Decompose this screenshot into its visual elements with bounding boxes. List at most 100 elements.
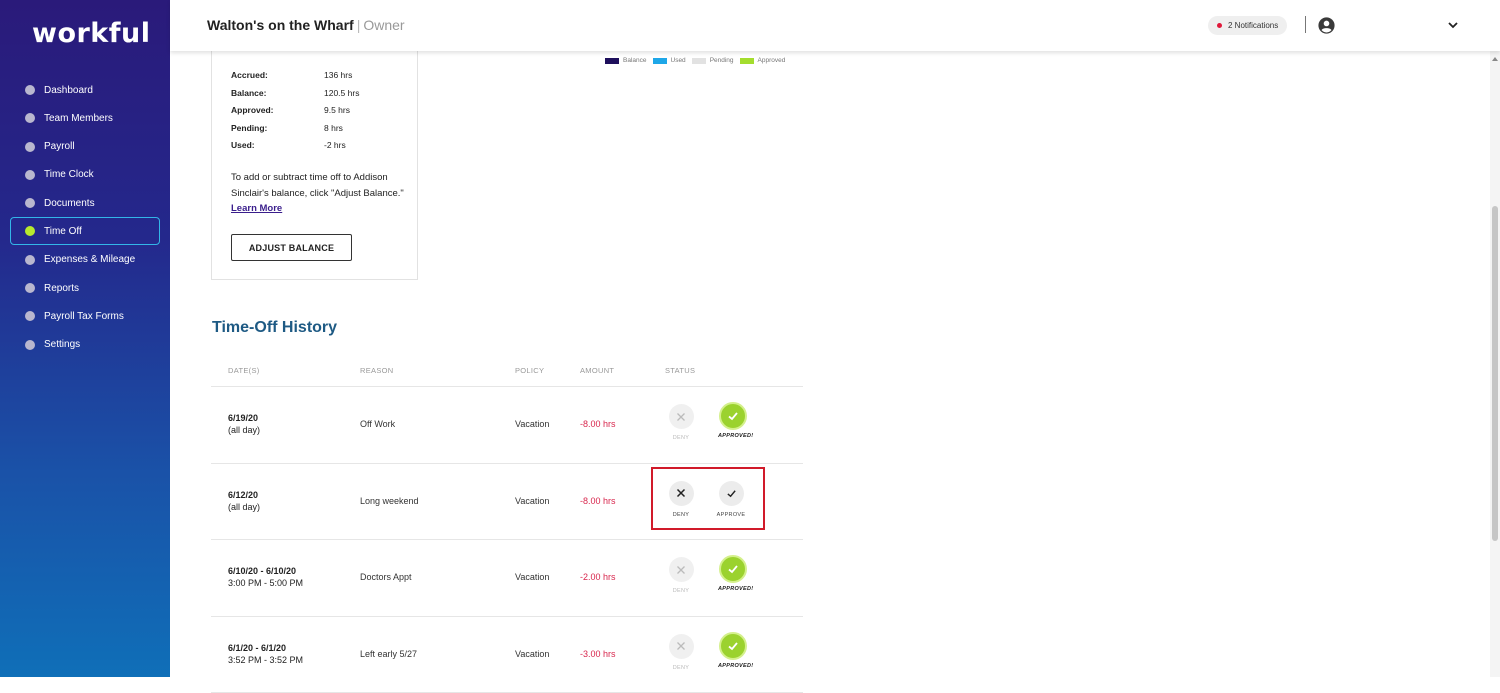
row-policy: Vacation [515, 496, 549, 506]
notifications-button[interactable]: 2 Notifications [1208, 16, 1287, 35]
scrollbar[interactable] [1490, 51, 1500, 677]
approve-button[interactable]: APPROVE [716, 481, 746, 518]
sidebar-item-label: Team Members [44, 113, 113, 124]
approved-label: APPROVED! [718, 433, 748, 439]
scroll-up-icon[interactable] [1492, 57, 1498, 61]
row-amount: -2.00 hrs [580, 572, 616, 582]
row-amount: -8.00 hrs [580, 496, 616, 506]
deny-label: DENY [666, 512, 696, 518]
close-icon[interactable] [669, 481, 694, 506]
adjust-balance-note: To add or subtract time off to Addison S… [231, 170, 411, 217]
deny-button[interactable]: DENY [666, 481, 696, 518]
deny-button: DENY [666, 404, 696, 441]
sidebar-item-dashboard[interactable]: Dashboard [10, 76, 160, 104]
chevron-down-icon[interactable] [1447, 19, 1459, 31]
balance-row-pending: Pending:8 hrs [231, 123, 343, 133]
balance-label: Balance: [231, 88, 324, 98]
workful-logo[interactable]: workful [32, 18, 151, 49]
balance-label: Used: [231, 140, 324, 150]
sidebar-item-label: Documents [44, 198, 95, 209]
approved-status: APPROVED! [718, 555, 748, 592]
column-header-status: STATUS [665, 366, 695, 375]
deny-label: DENY [666, 588, 696, 594]
checkmark-icon [719, 402, 747, 430]
sidebar-item-time-clock[interactable]: Time Clock [10, 161, 160, 189]
column-header-dates: DATE(S) [228, 366, 260, 375]
nav-dot-icon [25, 283, 35, 293]
header-divider [1305, 16, 1306, 33]
balance-value: 9.5 hrs [324, 105, 350, 115]
deny-button: DENY [666, 634, 696, 671]
sidebar-item-label: Expenses & Mileage [44, 254, 135, 265]
user-circle-icon[interactable] [1318, 17, 1335, 34]
scrollbar-thumb[interactable] [1492, 206, 1498, 541]
row-reason: Off Work [360, 419, 395, 429]
sidebar-item-payroll-tax-forms[interactable]: Payroll Tax Forms [10, 302, 160, 330]
checkmark-icon [719, 632, 747, 660]
balance-label: Accrued: [231, 70, 324, 80]
close-icon [669, 404, 694, 429]
learn-more-link[interactable]: Learn More [231, 203, 282, 214]
legend-swatch [653, 58, 667, 64]
table-row: 6/19/20(all day) Off Work Vacation -8.00… [211, 387, 803, 464]
nav-dot-icon [25, 113, 35, 123]
business-name: Walton's on the Wharf [207, 17, 354, 33]
checkmark-icon[interactable] [719, 481, 744, 506]
balance-row-balance: Balance:120.5 hrs [231, 88, 359, 98]
approve-label: APPROVE [716, 512, 746, 518]
table-header: DATE(S) REASON POLICY AMOUNT STATUS [211, 357, 803, 387]
close-icon [669, 557, 694, 582]
deny-button: DENY [666, 557, 696, 594]
chart-legend: Balance Used Pending Approved [605, 57, 791, 64]
approved-label: APPROVED! [718, 663, 748, 669]
time-off-history-title: Time-Off History [212, 319, 337, 337]
balance-value: -2 hrs [324, 140, 346, 150]
deny-label: DENY [666, 665, 696, 671]
nav-dot-icon [25, 255, 35, 265]
notifications-label: 2 Notifications [1228, 21, 1278, 30]
nav-dot-icon [25, 142, 35, 152]
deny-label: DENY [666, 435, 696, 441]
sidebar-item-settings[interactable]: Settings [10, 331, 160, 359]
sidebar-item-team-members[interactable]: Team Members [10, 104, 160, 132]
adjust-balance-text: To add or subtract time off to Addison S… [231, 172, 404, 199]
legend-item-balance: Balance [605, 57, 647, 64]
legend-item-pending: Pending [692, 57, 734, 64]
sidebar-item-payroll[interactable]: Payroll [10, 133, 160, 161]
balance-label: Approved: [231, 105, 324, 115]
top-header: Walton's on the Wharf|Owner 2 Notificati… [170, 0, 1500, 51]
legend-swatch [692, 58, 706, 64]
row-date: 6/10/20 - 6/10/203:00 PM - 5:00 PM [228, 565, 303, 589]
balance-row-approved: Approved:9.5 hrs [231, 105, 350, 115]
balance-row-used: Used:-2 hrs [231, 140, 346, 150]
legend-item-approved: Approved [740, 57, 786, 64]
sidebar-item-label: Reports [44, 283, 79, 294]
checkmark-icon [719, 555, 747, 583]
sidebar-item-documents[interactable]: Documents [10, 189, 160, 217]
sidebar-nav: Dashboard Team Members Payroll Time Cloc… [10, 76, 160, 359]
nav-dot-icon [25, 198, 35, 208]
sidebar-item-reports[interactable]: Reports [10, 274, 160, 302]
page-title: Walton's on the Wharf|Owner [207, 17, 405, 33]
row-date: 6/12/20(all day) [228, 489, 260, 513]
nav-dot-icon [25, 170, 35, 180]
close-icon [669, 634, 694, 659]
column-header-amount: AMOUNT [580, 366, 614, 375]
nav-dot-icon [25, 311, 35, 321]
row-amount: -3.00 hrs [580, 649, 616, 659]
sidebar: workful Dashboard Team Members Payroll T… [0, 0, 170, 677]
legend-label: Approved [758, 57, 786, 64]
row-reason: Doctors Appt [360, 572, 412, 582]
table-row: 6/10/20 - 6/10/203:00 PM - 5:00 PM Docto… [211, 540, 803, 617]
legend-label: Pending [710, 57, 734, 64]
approved-label: APPROVED! [718, 586, 748, 592]
legend-item-used: Used [653, 57, 686, 64]
sidebar-item-time-off[interactable]: Time Off [10, 217, 160, 245]
sidebar-item-label: Settings [44, 339, 80, 350]
adjust-balance-button[interactable]: ADJUST BALANCE [231, 234, 352, 261]
sidebar-item-expenses-mileage[interactable]: Expenses & Mileage [10, 246, 160, 274]
approved-status: APPROVED! [718, 402, 748, 439]
column-header-reason: REASON [360, 366, 393, 375]
sidebar-item-label: Dashboard [44, 85, 93, 96]
row-date: 6/1/20 - 6/1/203:52 PM - 3:52 PM [228, 642, 303, 666]
